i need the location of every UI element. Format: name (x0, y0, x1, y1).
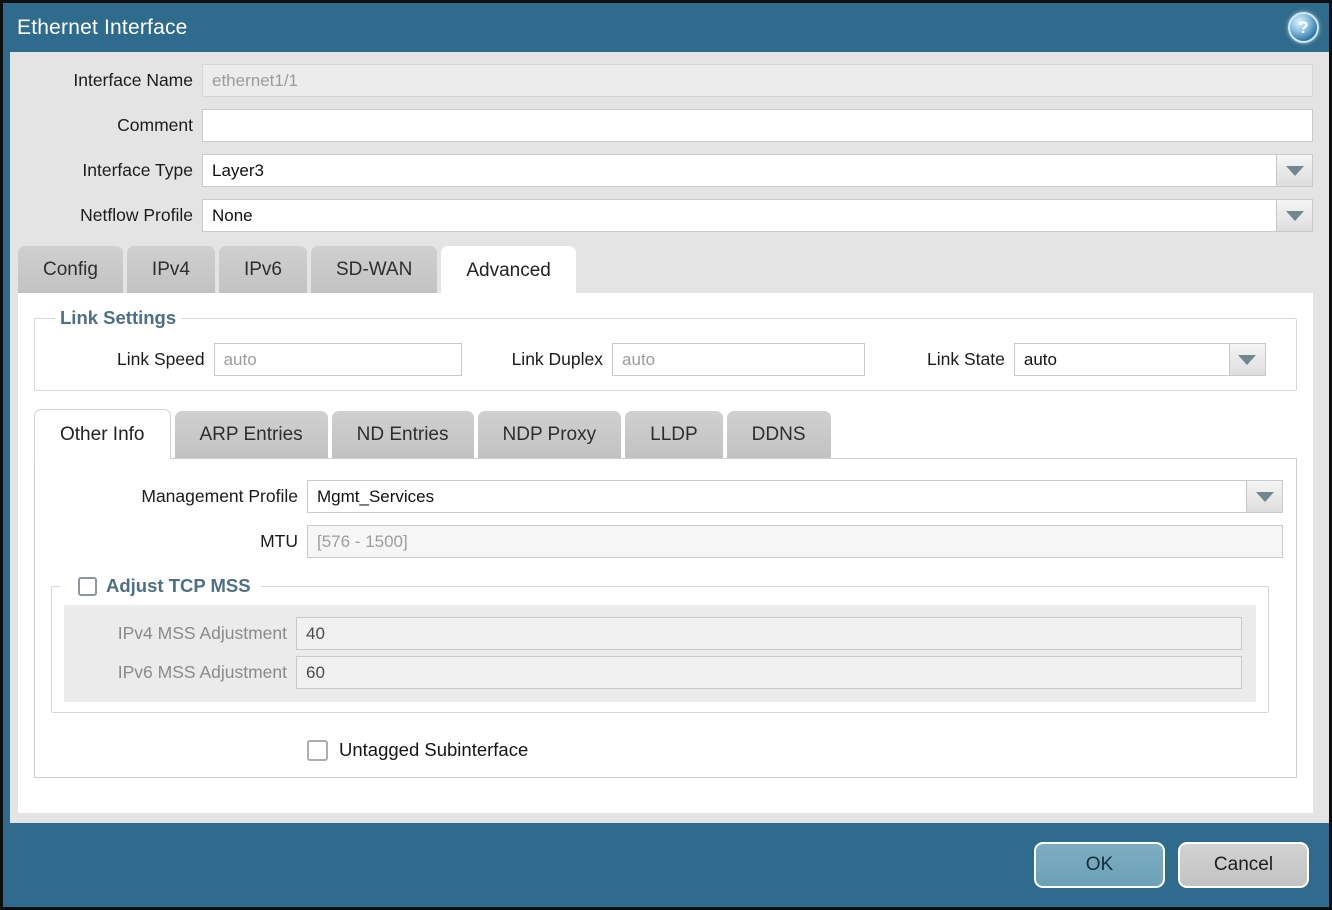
tab-ddns[interactable]: DDNS (727, 411, 831, 458)
link-state-label: Link State (927, 349, 1014, 370)
tab-other-info[interactable]: Other Info (34, 409, 171, 459)
untagged-subinterface-checkbox[interactable] (307, 740, 328, 761)
netflow-profile-row: Netflow Profile None (10, 199, 1313, 232)
dialog-titlebar: Ethernet Interface ? (3, 3, 1329, 52)
link-speed-field[interactable] (214, 343, 462, 376)
link-settings-legend: Link Settings (55, 307, 181, 329)
interface-type-label: Interface Type (10, 160, 202, 181)
management-profile-label: Management Profile (35, 486, 307, 507)
link-settings-fieldset: Link Settings Link Speed Link Duplex Lin… (34, 307, 1297, 391)
help-icon[interactable]: ? (1288, 12, 1319, 43)
interface-name-field (202, 64, 1313, 97)
chevron-down-icon (1256, 492, 1274, 502)
mtu-label: MTU (35, 531, 307, 552)
link-state-dropdown-button[interactable] (1229, 344, 1265, 375)
ipv4-mss-label: IPv4 MSS Adjustment (64, 623, 296, 644)
tab-config[interactable]: Config (18, 246, 123, 293)
inner-tabstrip: Other Info ARP Entries ND Entries NDP Pr… (34, 411, 1297, 458)
help-glyph: ? (1298, 18, 1308, 38)
link-speed-group: Link Speed (117, 343, 462, 376)
adjust-tcp-mss-legend: Adjust TCP MSS (60, 575, 261, 597)
mtu-field[interactable] (307, 525, 1283, 558)
management-profile-row: Management Profile Mgmt_Services (35, 480, 1283, 513)
link-duplex-group: Link Duplex (512, 343, 865, 376)
untagged-subinterface-row: Untagged Subinterface (307, 739, 1283, 761)
chevron-down-icon (1286, 166, 1304, 176)
ipv4-mss-row: IPv4 MSS Adjustment (64, 617, 1256, 650)
chevron-down-icon (1286, 211, 1304, 221)
dialog-title: Ethernet Interface (17, 16, 188, 40)
interface-name-row: Interface Name (10, 64, 1313, 97)
adjust-tcp-mss-label: Adjust TCP MSS (106, 575, 251, 597)
adjust-tcp-mss-fieldset: Adjust TCP MSS IPv4 MSS Adjustment IPv6 … (51, 575, 1269, 713)
netflow-profile-value: None (203, 206, 1276, 226)
tab-lldp[interactable]: LLDP (625, 411, 723, 458)
ipv6-mss-row: IPv6 MSS Adjustment (64, 656, 1256, 689)
link-duplex-label: Link Duplex (512, 349, 612, 370)
comment-row: Comment (10, 109, 1313, 142)
ethernet-interface-dialog: Ethernet Interface ? Interface Name Comm… (0, 0, 1332, 910)
interface-name-label: Interface Name (10, 70, 202, 91)
tab-advanced[interactable]: Advanced (441, 246, 576, 295)
management-profile-value: Mgmt_Services (308, 487, 1246, 507)
advanced-tab-panel: Link Settings Link Speed Link Duplex Lin… (18, 293, 1313, 813)
management-profile-select[interactable]: Mgmt_Services (307, 480, 1283, 513)
tab-ipv6[interactable]: IPv6 (219, 246, 307, 293)
netflow-profile-label: Netflow Profile (10, 205, 202, 226)
mtu-row: MTU (35, 525, 1283, 558)
mss-disabled-block: IPv4 MSS Adjustment IPv6 MSS Adjustment (64, 605, 1256, 702)
tab-sdwan[interactable]: SD-WAN (311, 246, 437, 293)
link-speed-label: Link Speed (117, 349, 214, 370)
adjust-tcp-mss-checkbox[interactable] (78, 577, 97, 596)
cancel-button[interactable]: Cancel (1178, 842, 1309, 888)
comment-label: Comment (10, 115, 202, 136)
link-state-select[interactable]: auto (1014, 343, 1266, 376)
ipv4-mss-field (296, 617, 1242, 650)
link-duplex-field[interactable] (612, 343, 865, 376)
untagged-subinterface-label: Untagged Subinterface (339, 739, 528, 761)
ipv6-mss-field (296, 656, 1242, 689)
ipv6-mss-label: IPv6 MSS Adjustment (64, 662, 296, 683)
interface-type-row: Interface Type Layer3 (10, 154, 1313, 187)
tab-arp-entries[interactable]: ARP Entries (175, 411, 328, 458)
tab-nd-entries[interactable]: ND Entries (332, 411, 474, 458)
comment-field[interactable] (202, 109, 1313, 142)
dialog-footer: OK Cancel (3, 823, 1329, 907)
netflow-profile-dropdown-button[interactable] (1276, 200, 1312, 231)
management-profile-dropdown-button[interactable] (1246, 481, 1282, 512)
tab-ndp-proxy[interactable]: NDP Proxy (478, 411, 622, 458)
link-state-value: auto (1015, 350, 1229, 370)
tab-ipv4[interactable]: IPv4 (127, 246, 215, 293)
chevron-down-icon (1238, 355, 1256, 365)
link-state-group: Link State auto (927, 343, 1266, 376)
interface-type-select[interactable]: Layer3 (202, 154, 1313, 187)
interface-type-dropdown-button[interactable] (1276, 155, 1312, 186)
interface-type-value: Layer3 (203, 161, 1276, 181)
main-tabstrip: Config IPv4 IPv6 SD-WAN Advanced (10, 246, 1313, 293)
other-info-panel: Management Profile Mgmt_Services MTU (34, 458, 1297, 778)
ok-button[interactable]: OK (1034, 842, 1165, 888)
netflow-profile-select[interactable]: None (202, 199, 1313, 232)
dialog-body: Interface Name Comment Interface Type La… (3, 52, 1329, 823)
